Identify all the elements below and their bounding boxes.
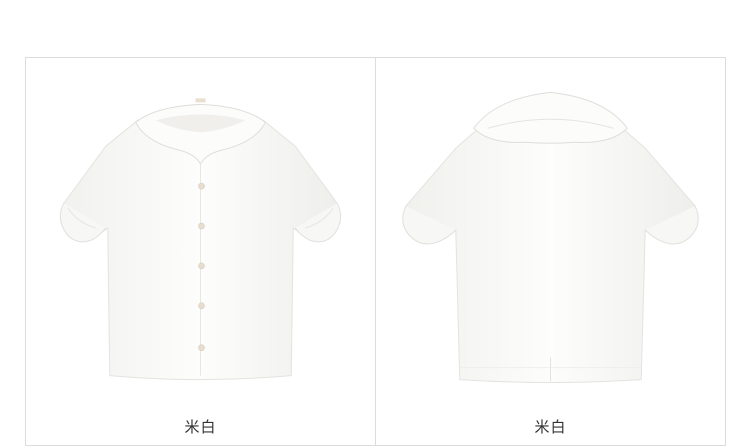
blouse-front-image	[26, 58, 375, 398]
color-swatch-card-back[interactable]: 米白	[375, 58, 725, 445]
color-swatch-card-front[interactable]: 米白	[26, 58, 375, 445]
blouse-back-image	[376, 58, 725, 398]
color-label: 米白	[184, 418, 217, 436]
color-label: 米白	[534, 418, 567, 436]
product-color-gallery: 米白 米白	[25, 57, 726, 446]
